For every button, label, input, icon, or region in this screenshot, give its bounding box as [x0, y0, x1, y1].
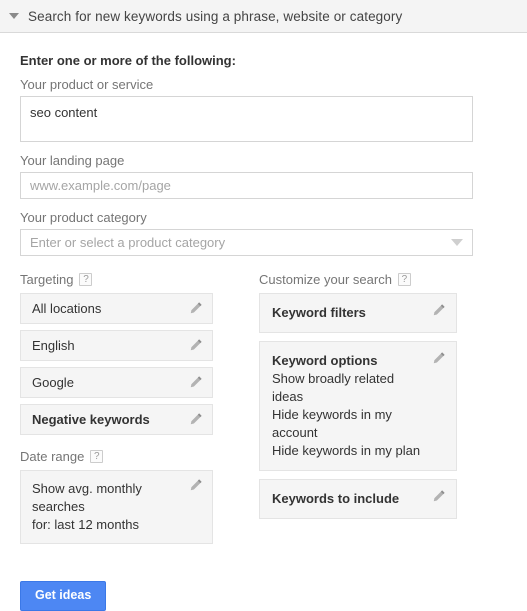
options-columns: Targeting ? All locations English Google: [20, 272, 527, 611]
chevron-down-icon[interactable]: [451, 239, 463, 246]
get-ideas-button[interactable]: Get ideas: [20, 581, 107, 611]
pencil-icon[interactable]: [189, 338, 203, 352]
keyword-option-item: Show broadly related ideas: [272, 371, 395, 404]
product-or-service-label: Your product or service: [20, 77, 154, 92]
keyword-options-title: Keyword options: [272, 353, 378, 368]
date-range-tile[interactable]: Show avg. monthly searches for: last 12 …: [20, 470, 213, 544]
help-icon[interactable]: ?: [397, 273, 411, 286]
date-range-section: Date range ? Show avg. monthly searches …: [20, 449, 213, 544]
product-or-service-input[interactable]: seo content: [20, 96, 473, 142]
targeting-heading: Targeting ?: [20, 272, 213, 287]
keyword-filters-title: Keyword filters: [272, 305, 366, 320]
panel-header[interactable]: Search for new keywords using a phrase, …: [0, 0, 527, 33]
keyword-filters-tile[interactable]: Keyword filters: [259, 293, 457, 333]
landing-page-input[interactable]: www.example.com/page: [20, 172, 473, 199]
pencil-icon[interactable]: [432, 303, 446, 317]
targeting-heading-label: Targeting: [20, 272, 74, 287]
keywords-to-include-tile[interactable]: Keywords to include: [259, 479, 457, 519]
form-section-title: Enter one or more of the following:: [20, 53, 236, 68]
product-category-select[interactable]: Enter or select a product category: [20, 229, 473, 256]
customize-search-heading: Customize your search ?: [259, 272, 457, 287]
date-range-line-1: Show avg. monthly searches: [32, 481, 142, 514]
keyword-option-item: Hide keywords in my account: [272, 407, 392, 440]
targeting-item-label: Google: [32, 375, 74, 390]
chevron-down-icon[interactable]: [9, 13, 19, 19]
date-range-line-2: for: last 12 months: [32, 517, 139, 532]
customize-search-column: Customize your search ? Keyword filters …: [259, 272, 457, 527]
keyword-option-item: Hide keywords in my plan: [272, 443, 421, 458]
targeting-item-label: Negative keywords: [32, 412, 150, 427]
landing-page-label: Your landing page: [20, 153, 125, 168]
help-icon[interactable]: ?: [79, 273, 93, 286]
panel-body: Enter one or more of the following: Your…: [0, 33, 527, 611]
targeting-item-all-locations[interactable]: All locations: [20, 293, 213, 324]
keyword-options-tile[interactable]: Keyword options Show broadly related ide…: [259, 341, 457, 471]
pencil-icon[interactable]: [189, 301, 203, 315]
pencil-icon[interactable]: [432, 489, 446, 503]
targeting-item-label: English: [32, 338, 75, 353]
date-range-heading: Date range ?: [20, 449, 213, 464]
targeting-item-english[interactable]: English: [20, 330, 213, 361]
pencil-icon[interactable]: [432, 351, 446, 365]
date-range-heading-label: Date range: [20, 449, 85, 464]
pencil-icon[interactable]: [189, 412, 203, 426]
help-icon[interactable]: ?: [90, 450, 104, 463]
product-category-label: Your product category: [20, 210, 147, 225]
customize-search-heading-label: Customize your search: [259, 272, 392, 287]
targeting-item-negative-keywords[interactable]: Negative keywords: [20, 404, 213, 435]
pencil-icon[interactable]: [189, 478, 203, 492]
targeting-item-label: All locations: [32, 301, 102, 316]
keywords-to-include-title: Keywords to include: [272, 491, 400, 506]
targeting-item-google[interactable]: Google: [20, 367, 213, 398]
targeting-column: Targeting ? All locations English Google: [20, 272, 213, 611]
page-title: Search for new keywords using a phrase, …: [28, 8, 403, 24]
pencil-icon[interactable]: [189, 375, 203, 389]
product-category-placeholder: Enter or select a product category: [30, 235, 226, 250]
